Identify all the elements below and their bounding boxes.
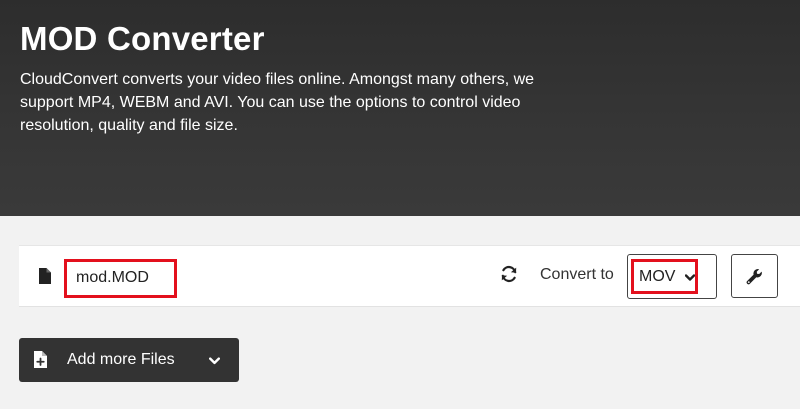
hero-banner: MOD Converter CloudConvert converts your… <box>0 0 800 216</box>
file-plus-icon <box>34 351 47 368</box>
chevron-down-icon <box>209 357 220 365</box>
file-icon <box>39 268 51 284</box>
chevron-down-icon <box>685 274 695 281</box>
page-title: MOD Converter <box>20 20 265 57</box>
refresh-icon[interactable] <box>500 265 518 283</box>
add-more-files-button[interactable]: Add more Files <box>19 338 239 382</box>
filename: mod.MOD <box>76 269 149 286</box>
format-value: MOV <box>639 268 676 285</box>
filename-highlight: mod.MOD <box>64 259 177 298</box>
wrench-icon <box>746 268 762 285</box>
file-row: mod.MOD Convert to MOV <box>19 245 800 307</box>
output-format-select[interactable]: MOV <box>627 254 717 299</box>
add-more-files-label: Add more Files <box>67 351 175 368</box>
page-description: CloudConvert converts your video files o… <box>20 71 535 134</box>
convert-to-label: Convert to <box>540 266 614 283</box>
settings-button[interactable] <box>731 254 778 298</box>
